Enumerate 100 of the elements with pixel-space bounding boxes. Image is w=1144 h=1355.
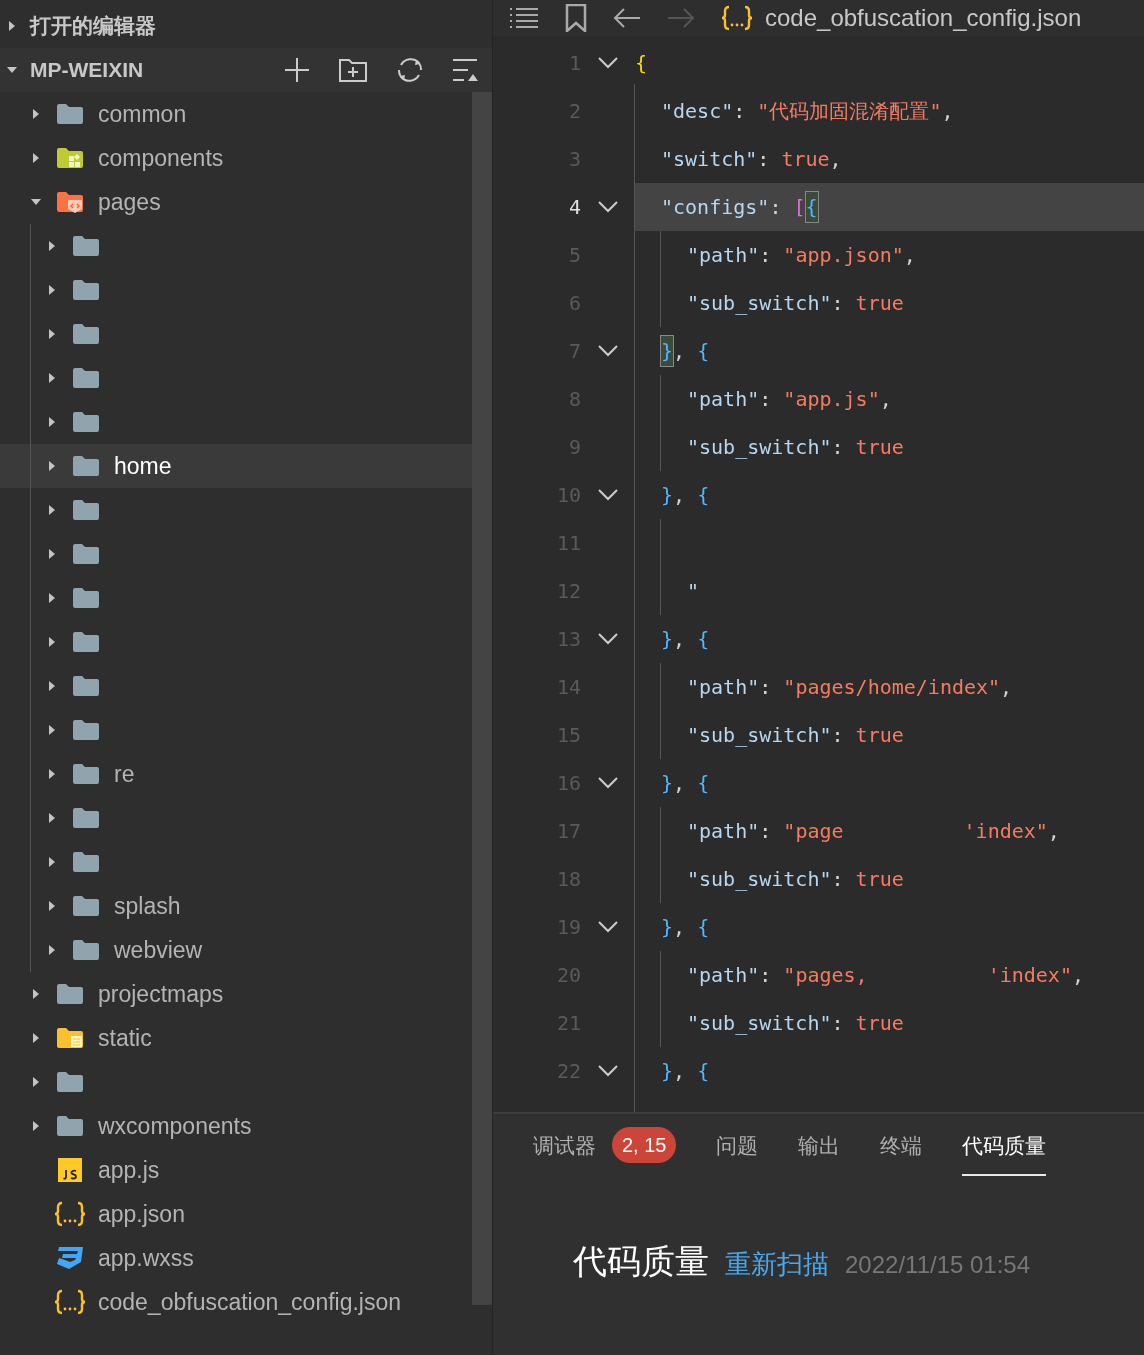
fold-chevron-icon[interactable] bbox=[597, 345, 618, 357]
file-tree-item[interactable]: common bbox=[0, 92, 472, 136]
code-token: "path" bbox=[687, 674, 760, 701]
code-token: [ bbox=[793, 194, 806, 221]
code-token: , bbox=[673, 770, 687, 797]
code-token: , bbox=[673, 914, 687, 941]
braces-icon bbox=[721, 5, 753, 31]
code-token: "configs" bbox=[661, 194, 770, 221]
section-header[interactable]: MP-WEIXIN bbox=[0, 48, 492, 92]
code-token: } bbox=[661, 914, 674, 941]
code-token: true bbox=[855, 290, 904, 317]
code-token: , bbox=[879, 386, 892, 413]
js-file-icon bbox=[58, 1158, 82, 1182]
code-token: , bbox=[1071, 962, 1084, 989]
folder-icon bbox=[56, 983, 84, 1005]
breadcrumb-file[interactable]: code_obfuscation_config.json bbox=[721, 0, 1082, 36]
code-token: true bbox=[855, 1010, 904, 1037]
code-token: { bbox=[805, 192, 818, 222]
file-tree-item[interactable]: home bbox=[0, 444, 472, 488]
file-tree-item[interactable]: splash bbox=[0, 884, 472, 928]
file-name: re bbox=[114, 759, 135, 789]
code-token: "sub_switch" bbox=[687, 722, 832, 749]
code-token: } bbox=[661, 770, 674, 797]
code-token: : bbox=[733, 98, 747, 125]
code-token: "path" bbox=[687, 386, 760, 413]
folder-icon bbox=[72, 763, 100, 785]
code-token: : bbox=[759, 386, 773, 413]
file-name: webview bbox=[114, 935, 203, 965]
code-token: "switch" bbox=[661, 146, 758, 173]
code-token: true bbox=[781, 146, 830, 173]
fold-chevron-icon[interactable] bbox=[597, 1065, 618, 1077]
file-tree-item[interactable]: app.wxss bbox=[0, 1236, 472, 1280]
folder-icon bbox=[72, 323, 100, 345]
file-name: static bbox=[98, 1023, 152, 1053]
plus-icon[interactable] bbox=[284, 57, 310, 83]
file-name: projectmaps bbox=[98, 979, 224, 1009]
folder-icon bbox=[72, 279, 100, 301]
collapse-all-icon[interactable] bbox=[452, 57, 478, 83]
code-token: : bbox=[759, 962, 773, 989]
folder-icon bbox=[72, 587, 100, 609]
code-token: { bbox=[635, 50, 648, 77]
scrollbar[interactable] bbox=[472, 92, 492, 1305]
file-tree-item[interactable]: code_obfuscation_config.json bbox=[0, 1280, 472, 1324]
fold-chevron-icon[interactable] bbox=[597, 633, 618, 645]
folder-icon bbox=[56, 1027, 84, 1049]
braces-icon bbox=[54, 1289, 86, 1315]
code-token: , bbox=[829, 146, 842, 173]
fold-chevron-icon[interactable] bbox=[597, 489, 618, 501]
folder-icon bbox=[56, 1115, 84, 1137]
fold-chevron-icon[interactable] bbox=[597, 921, 618, 933]
file-tree-item[interactable]: projectmaps bbox=[0, 972, 472, 1016]
code-token: "page bbox=[783, 818, 844, 845]
code-token: "sub_switch" bbox=[687, 434, 832, 461]
panel-tab[interactable]: 输出 bbox=[798, 1114, 841, 1176]
code-token: , bbox=[941, 98, 954, 125]
code-token: : bbox=[831, 434, 845, 461]
panel-tab[interactable]: 终端 bbox=[880, 1114, 923, 1176]
code-token: } bbox=[661, 1058, 674, 1085]
code-token: : bbox=[831, 290, 845, 317]
bookmark-icon[interactable] bbox=[565, 4, 587, 32]
back-arrow-icon[interactable] bbox=[613, 7, 641, 29]
code-token: { bbox=[697, 338, 710, 365]
fold-chevron-icon[interactable] bbox=[597, 57, 618, 69]
panel-tab[interactable]: 代码质量 bbox=[962, 1114, 1047, 1176]
folder-icon bbox=[72, 719, 100, 741]
code-token: { bbox=[697, 1058, 710, 1085]
code-token: : bbox=[757, 146, 771, 173]
folder-icon bbox=[56, 103, 84, 125]
rescan-link[interactable]: 重新扫描 bbox=[725, 1245, 829, 1284]
file-tree-item[interactable]: webview bbox=[0, 928, 472, 972]
code-token: : bbox=[831, 1010, 845, 1037]
code-token: "pages/home/index" bbox=[783, 674, 1001, 701]
code-token: : bbox=[831, 722, 845, 749]
panel-title: 代码质量 bbox=[573, 1241, 709, 1282]
folder-icon bbox=[72, 235, 100, 257]
count-badge: 2, 15 bbox=[612, 1127, 677, 1163]
folder-icon bbox=[72, 367, 100, 389]
folder-icon bbox=[72, 411, 100, 433]
file-tree-item[interactable]: pages bbox=[0, 180, 472, 224]
file-name: components bbox=[98, 143, 224, 173]
panel-tab[interactable]: 调试器 bbox=[533, 1114, 596, 1176]
panel-tab[interactable]: 问题 bbox=[716, 1114, 759, 1176]
file-tree-item[interactable]: app.js bbox=[0, 1148, 472, 1192]
fold-chevron-icon[interactable] bbox=[597, 201, 618, 213]
fold-chevron-icon[interactable] bbox=[597, 777, 618, 789]
code-token: "代码加固混淆配置" bbox=[757, 98, 942, 125]
file-tree-item[interactable]: static bbox=[0, 1016, 472, 1060]
file-tree-item[interactable]: re bbox=[0, 752, 472, 796]
file-tree-item[interactable]: components bbox=[0, 136, 472, 180]
code-token: true bbox=[855, 434, 904, 461]
file-name: app.wxss bbox=[98, 1243, 194, 1273]
code-token: "path" bbox=[687, 242, 760, 269]
file-name: pages bbox=[98, 187, 161, 217]
file-name: home bbox=[114, 451, 172, 481]
refresh-icon[interactable] bbox=[396, 56, 424, 84]
file-tree-item[interactable]: wxcomponents bbox=[0, 1104, 472, 1148]
list-icon[interactable] bbox=[509, 7, 539, 29]
file-tree-item[interactable]: app.json bbox=[0, 1192, 472, 1236]
folder-icon bbox=[72, 499, 100, 521]
new-folder-icon[interactable] bbox=[338, 57, 368, 83]
